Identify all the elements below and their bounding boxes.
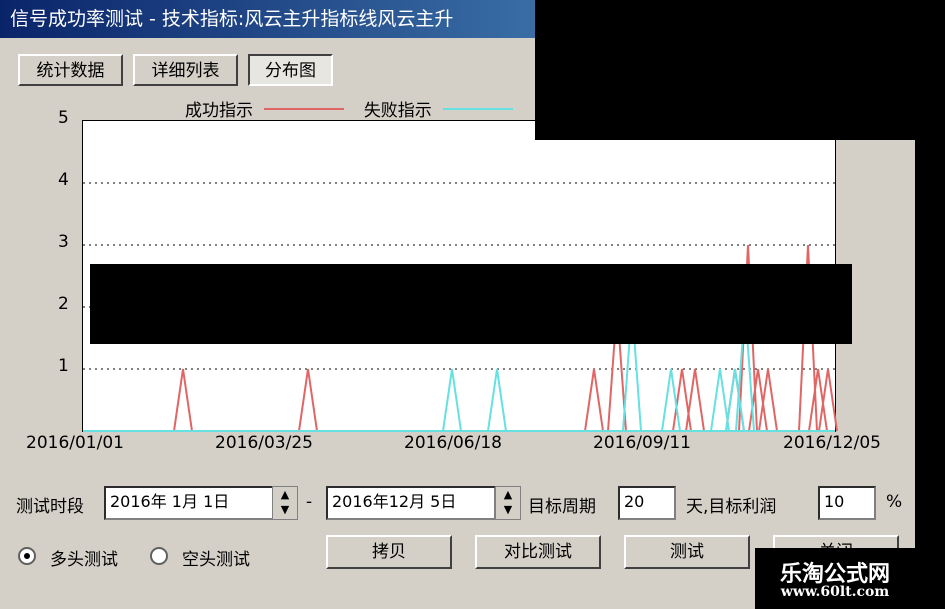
redacted-region (90, 264, 852, 344)
start-date-picker[interactable]: 2016年 1月 1日 (104, 486, 274, 520)
success-spike (298, 368, 318, 432)
target-profit-label: 天,目标利润 (686, 497, 777, 517)
end-date-picker[interactable]: 2016年12月 5日 (326, 486, 496, 520)
spin-up-icon[interactable]: ▲ (496, 487, 520, 502)
target-period-input[interactable]: 20 (618, 486, 676, 520)
test-button[interactable]: 测试 (624, 535, 750, 569)
watermark-line2: www.60lt.com (780, 584, 890, 600)
target-period-label: 目标周期 (528, 497, 596, 517)
start-date-spinner[interactable]: ▲ ▼ (272, 486, 298, 520)
x-tick-label: 2016/06/18 (404, 433, 502, 453)
watermark-logo: 乐淘公式网 www.60lt.com (755, 548, 915, 609)
compare-test-button[interactable]: 对比测试 (475, 535, 601, 569)
date-dash: - (306, 492, 313, 512)
success-spike (584, 368, 604, 432)
short-test-label: 空头测试 (182, 550, 250, 570)
end-date-spinner[interactable]: ▲ ▼ (495, 486, 521, 520)
redacted-region (535, 0, 945, 140)
percent-label: % (886, 492, 903, 512)
fail-spike (710, 368, 730, 432)
y-tick-label: 2 (58, 294, 69, 314)
x-tick-label: 2016/12/05 (783, 433, 881, 453)
copy-button[interactable]: 拷贝 (326, 535, 452, 569)
long-test-radio[interactable] (18, 547, 36, 565)
fail-spike (487, 368, 507, 432)
y-tick-label: 5 (58, 108, 69, 128)
y-tick-label: 4 (58, 170, 69, 190)
y-tick-label: 3 (58, 232, 69, 252)
spin-down-icon[interactable]: ▼ (496, 502, 520, 517)
short-test-radio[interactable] (150, 547, 168, 565)
x-tick-label: 2016/09/11 (593, 433, 691, 453)
x-tick-label: 2016/03/25 (215, 433, 313, 453)
spin-down-icon[interactable]: ▼ (273, 502, 297, 517)
background-strip (915, 0, 945, 609)
x-tick-label: 2016/01/01 (26, 433, 124, 453)
long-test-label: 多头测试 (50, 550, 118, 570)
fail-spike (442, 368, 462, 432)
y-tick-label: 1 (58, 356, 69, 376)
success-spike (173, 368, 193, 432)
spin-up-icon[interactable]: ▲ (273, 487, 297, 502)
target-profit-input[interactable]: 10 (818, 486, 876, 520)
period-label: 测试时段 (16, 497, 84, 517)
